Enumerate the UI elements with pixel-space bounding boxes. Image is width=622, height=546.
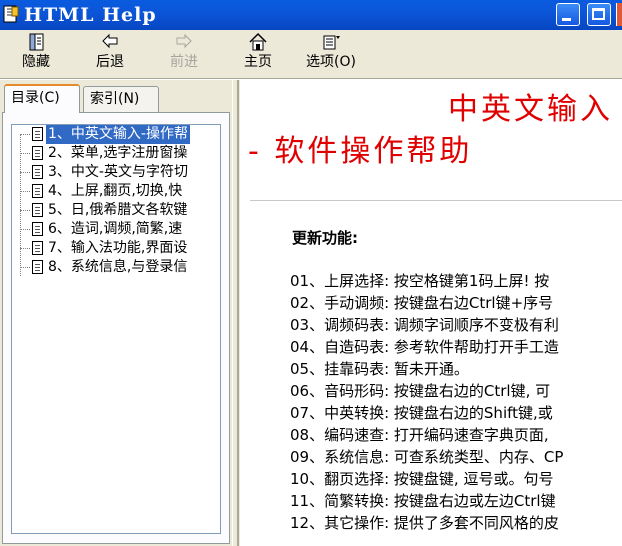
maximize-icon bbox=[592, 8, 605, 20]
topic-page-icon bbox=[32, 203, 43, 217]
forward-label: 前进 bbox=[170, 54, 198, 70]
minimize-icon bbox=[562, 18, 571, 21]
maximize-button[interactable] bbox=[587, 3, 611, 26]
feature-line-3: 03、调频码表: 调频字词顺序不变极有利 bbox=[290, 316, 559, 334]
forward-button[interactable]: 前进 bbox=[162, 32, 206, 76]
minimize-button[interactable] bbox=[556, 3, 580, 26]
feature-line-5: 05、挂靠码表: 暂未开通。 bbox=[290, 360, 469, 378]
feature-line-12: 12、其它操作: 提供了多套不同风格的皮 bbox=[290, 514, 559, 532]
feature-line-6: 06、音码形码: 按键盘右边的Ctrl键, 可 bbox=[290, 382, 551, 400]
options-button[interactable]: 选项(O) bbox=[298, 32, 364, 76]
tab-index[interactable]: 索引(N) bbox=[83, 86, 159, 112]
navigation-pane: 目录(C) 索引(N) 1、中英文输入-操作帮 2、菜单,选字注册窗操 3、中文… bbox=[0, 80, 232, 546]
topic-page-icon bbox=[32, 241, 43, 255]
options-icon bbox=[323, 35, 340, 50]
feature-line-4: 04、自造码表: 参考软件帮助打开手工造 bbox=[290, 338, 559, 356]
feature-line-8: 08、编码速查: 打开编码速查字典页面, bbox=[290, 426, 549, 444]
tab-contents[interactable]: 目录(C) bbox=[4, 84, 80, 113]
feature-line-1: 01、上屏选择: 按空格键第1码上屏! 按 bbox=[290, 272, 550, 290]
close-button[interactable] bbox=[616, 3, 622, 26]
back-arrow-icon bbox=[102, 33, 118, 49]
tree-item-label: 3、中文-英文与字符切 bbox=[48, 164, 188, 180]
title-divider bbox=[250, 200, 622, 201]
feature-line-9: 09、系统信息: 可查系统类型、内存、CP bbox=[290, 448, 564, 466]
feature-line-7: 07、中英转换: 按键盘右边的Shift键,或 bbox=[290, 404, 553, 422]
feature-line-10: 10、翻页选择: 按键盘键, 逗号或。句号 bbox=[290, 470, 554, 488]
hide-pane-icon bbox=[29, 33, 44, 51]
topic-page-icon bbox=[32, 184, 43, 198]
topic-page-icon bbox=[32, 260, 43, 274]
tree-item-label: 2、菜单,选字注册窗操 bbox=[48, 145, 188, 161]
feature-line-11: 11、简繁转换: 按键盘右边或左边Ctrl键 bbox=[290, 492, 556, 510]
title-bar: HTML Help bbox=[0, 0, 622, 30]
contents-tree[interactable]: 1、中英文输入-操作帮 2、菜单,选字注册窗操 3、中文-英文与字符切 4、上屏… bbox=[11, 124, 221, 534]
forward-arrow-icon bbox=[176, 33, 192, 49]
pane-splitter-shadow bbox=[237, 80, 239, 546]
hide-button[interactable]: 隐藏 bbox=[14, 32, 58, 76]
home-icon bbox=[249, 32, 267, 51]
tree-item-label: 7、输入法功能,界面设 bbox=[48, 240, 188, 256]
tree-item-label: 5、日,俄希腊文各软键 bbox=[48, 202, 188, 218]
tree-item-label: 1、中英文输入-操作帮 bbox=[46, 125, 190, 144]
help-book-icon[interactable] bbox=[3, 5, 19, 23]
toolbar: 隐藏 后退 前进 主页 选项(O) bbox=[0, 30, 622, 78]
topic-page-icon bbox=[32, 127, 43, 141]
feature-line-2: 02、手动调频: 按键盘右边Ctrl键+序号 bbox=[290, 294, 554, 312]
topic-content: 中英文输入 - 软件操作帮助 更新功能: 01、上屏选择: 按空格键第1码上屏!… bbox=[240, 80, 622, 546]
window-title: HTML Help bbox=[24, 4, 157, 26]
page-title-line1: 中英文输入 bbox=[448, 92, 613, 127]
section-heading: 更新功能: bbox=[292, 229, 358, 247]
back-label: 后退 bbox=[96, 54, 124, 70]
back-button[interactable]: 后退 bbox=[88, 32, 132, 76]
tree-item-label: 6、造词,调频,简繁,速 bbox=[48, 221, 183, 237]
options-label: 选项(O) bbox=[306, 54, 356, 70]
tree-item-label: 4、上屏,翻页,切换,快 bbox=[48, 183, 183, 199]
topic-page-icon bbox=[32, 222, 43, 236]
topic-page-icon bbox=[32, 165, 43, 179]
tree-item-label: 8、系统信息,与登录信 bbox=[48, 259, 188, 275]
page-title-line2: - 软件操作帮助 bbox=[248, 134, 473, 169]
home-label: 主页 bbox=[244, 54, 272, 70]
contents-panel: 1、中英文输入-操作帮 2、菜单,选字注册窗操 3、中文-英文与字符切 4、上屏… bbox=[2, 112, 230, 544]
topic-page-icon bbox=[32, 146, 43, 160]
tree-guide-line bbox=[20, 134, 21, 276]
home-button[interactable]: 主页 bbox=[236, 32, 280, 76]
hide-label: 隐藏 bbox=[22, 54, 50, 70]
